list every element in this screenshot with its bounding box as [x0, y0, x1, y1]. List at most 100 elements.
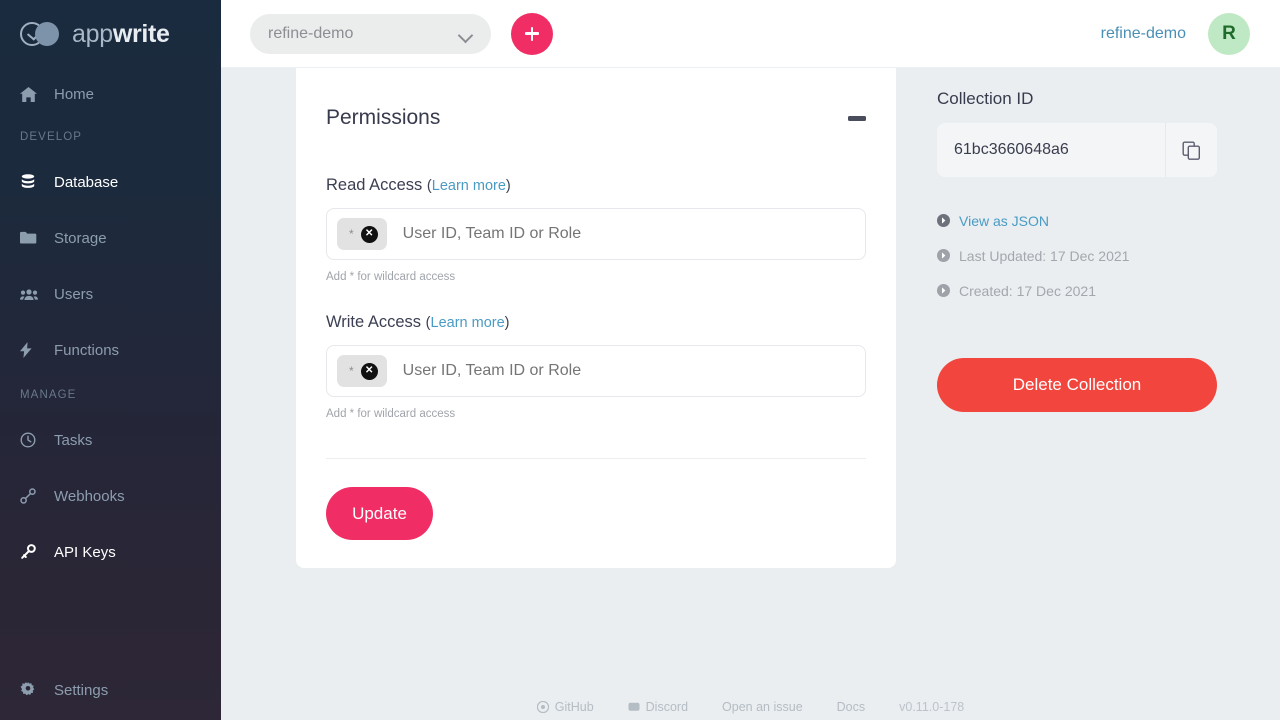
footer-link-github-label: GitHub — [554, 700, 594, 714]
collection-meta-list: View as JSON Last Updated: 17 Dec 2021 C… — [937, 203, 1217, 308]
sidebar-item-functions[interactable]: Functions — [0, 322, 221, 378]
clock-icon — [20, 432, 46, 448]
sidebar-item-api-keys-label: API Keys — [54, 543, 116, 561]
write-access-label: Write Access (Learn more) — [326, 313, 866, 332]
collection-side-panel: Collection ID 61bc3660648a6 View as JSON — [937, 68, 1217, 412]
sidebar-item-users-label: Users — [54, 285, 94, 303]
footer: GitHub Discord Open an issue Docs v0.11.… — [221, 690, 1280, 720]
arrow-circle-icon — [937, 284, 950, 297]
copy-icon[interactable] — [1165, 123, 1217, 177]
read-access-learn-more-link[interactable]: Learn more — [432, 178, 506, 194]
chevron-down-icon — [459, 30, 473, 38]
collection-id-value: 61bc3660648a6 — [954, 141, 1069, 158]
footer-link-discord-label: Discord — [645, 700, 689, 714]
view-as-json-row[interactable]: View as JSON — [937, 203, 1217, 238]
appwrite-mark-icon — [20, 21, 70, 47]
last-updated-row: Last Updated: 17 Dec 2021 — [937, 238, 1217, 273]
sidebar-item-webhooks-label: Webhooks — [54, 487, 125, 505]
read-access-input-wrapper[interactable]: * ✕ — [326, 208, 866, 260]
permissions-card: Permissions Read Access (Learn more) * ✕ — [296, 68, 896, 568]
footer-link-open-an-issue-label: Open an issue — [722, 700, 803, 714]
write-access-input-wrapper[interactable]: * ✕ — [326, 345, 866, 397]
permissions-header: Permissions — [326, 68, 866, 130]
read-access-hint: Add * for wildcard access — [326, 271, 456, 283]
created-row: Created: 17 Dec 2021 — [937, 273, 1217, 308]
read-access-label: Read Access (Learn more) — [326, 176, 866, 195]
update-button[interactable]: Update — [326, 487, 433, 540]
sidebar-item-storage-label: Storage — [54, 229, 107, 247]
add-project-button[interactable] — [511, 12, 553, 55]
created-label: Created: 17 Dec 2021 — [959, 282, 1096, 299]
arrow-circle-icon — [937, 249, 950, 262]
read-access-tag-label: * — [349, 227, 354, 241]
brand-bold: write — [112, 19, 170, 48]
sidebar-item-webhooks[interactable]: Webhooks — [0, 468, 221, 524]
write-access-input[interactable] — [402, 362, 855, 380]
write-access-tag-label: * — [349, 364, 354, 378]
read-access-label-text: Read Access — [326, 176, 423, 194]
topbar-right: refine-demo R — [1101, 12, 1280, 55]
users-icon — [20, 288, 46, 301]
write-access-learn-more-link[interactable]: Learn more — [431, 315, 505, 331]
close-circle-icon[interactable]: ✕ — [360, 362, 378, 380]
sidebar-section-develop: DEVELOP — [20, 131, 83, 143]
footer-link-docs-label: Docs — [836, 700, 866, 714]
minus-icon[interactable] — [848, 115, 866, 121]
last-updated-label: Last Updated: 17 Dec 2021 — [959, 247, 1130, 264]
project-selector-value: refine-demo — [268, 24, 354, 42]
footer-link-discord[interactable]: Discord — [628, 700, 688, 714]
write-access-hint: Add * for wildcard access — [326, 408, 456, 420]
project-name-link[interactable]: refine-demo — [1101, 25, 1186, 43]
gear-icon — [20, 682, 46, 698]
sidebar-item-settings[interactable]: Settings — [0, 660, 221, 720]
home-icon — [20, 86, 46, 102]
sidebar-item-users[interactable]: Users — [0, 266, 221, 322]
footer-link-github[interactable]: GitHub — [536, 700, 594, 714]
bolt-icon — [20, 342, 46, 358]
footer-link-open-an-issue[interactable]: Open an issue — [722, 700, 803, 714]
sidebar-section-manage: MANAGE — [20, 389, 77, 401]
sidebar-item-api-keys[interactable]: API Keys — [0, 524, 221, 580]
footer-link-docs[interactable]: Docs — [837, 700, 865, 714]
read-access-input[interactable] — [402, 225, 855, 243]
page-body: Permissions Read Access (Learn more) * ✕ — [221, 68, 1280, 720]
content-wrapper: Permissions Read Access (Learn more) * ✕ — [221, 68, 1280, 568]
sidebar-item-database-label: Database — [54, 173, 119, 191]
view-as-json-label: View as JSON — [959, 212, 1049, 229]
avatar[interactable]: R — [1208, 12, 1250, 55]
close-circle-icon[interactable]: ✕ — [360, 225, 378, 243]
sidebar-item-tasks-label: Tasks — [54, 431, 93, 449]
sidebar-item-home-label: Home — [54, 85, 95, 103]
github-icon — [536, 701, 549, 713]
topbar: refine-demo refine-demo R — [221, 0, 1280, 68]
project-selector[interactable]: refine-demo — [250, 13, 491, 54]
sidebar: appwrite Home DEVELOP Database Storage U… — [0, 0, 221, 720]
sidebar-item-database[interactable]: Database — [0, 154, 221, 210]
folder-icon — [20, 231, 46, 245]
write-access-paren-close: ) — [504, 315, 510, 331]
write-access-block: Write Access (Learn more) * ✕ Add * for … — [326, 313, 866, 420]
delete-collection-button[interactable]: Delete Collection — [937, 358, 1217, 412]
collection-id-box: 61bc3660648a6 — [937, 123, 1217, 177]
permissions-title: Permissions — [326, 106, 441, 129]
read-access-block: Read Access (Learn more) * ✕ Add * for w… — [326, 176, 866, 283]
collection-id-title: Collection ID — [937, 89, 1034, 108]
write-access-tag: * ✕ — [337, 355, 387, 387]
brand-text: appwrite — [72, 20, 170, 49]
sidebar-item-functions-label: Functions — [54, 341, 120, 359]
read-access-paren-close: ) — [505, 178, 511, 194]
discord-icon — [628, 702, 640, 711]
key-icon — [20, 544, 46, 560]
arrow-circle-icon — [937, 214, 950, 227]
appwrite-logo[interactable]: appwrite — [0, 0, 221, 68]
card-divider — [326, 458, 866, 459]
sidebar-item-tasks[interactable]: Tasks — [0, 412, 221, 468]
write-access-label-text: Write Access — [326, 313, 422, 331]
sidebar-item-settings-label: Settings — [54, 681, 109, 699]
database-icon — [20, 174, 46, 190]
sidebar-item-home[interactable]: Home — [0, 68, 221, 120]
sidebar-item-storage[interactable]: Storage — [0, 210, 221, 266]
brand-light: app — [72, 19, 113, 48]
footer-version: v0.11.0-178 — [899, 700, 965, 714]
read-access-tag: * ✕ — [337, 218, 387, 250]
